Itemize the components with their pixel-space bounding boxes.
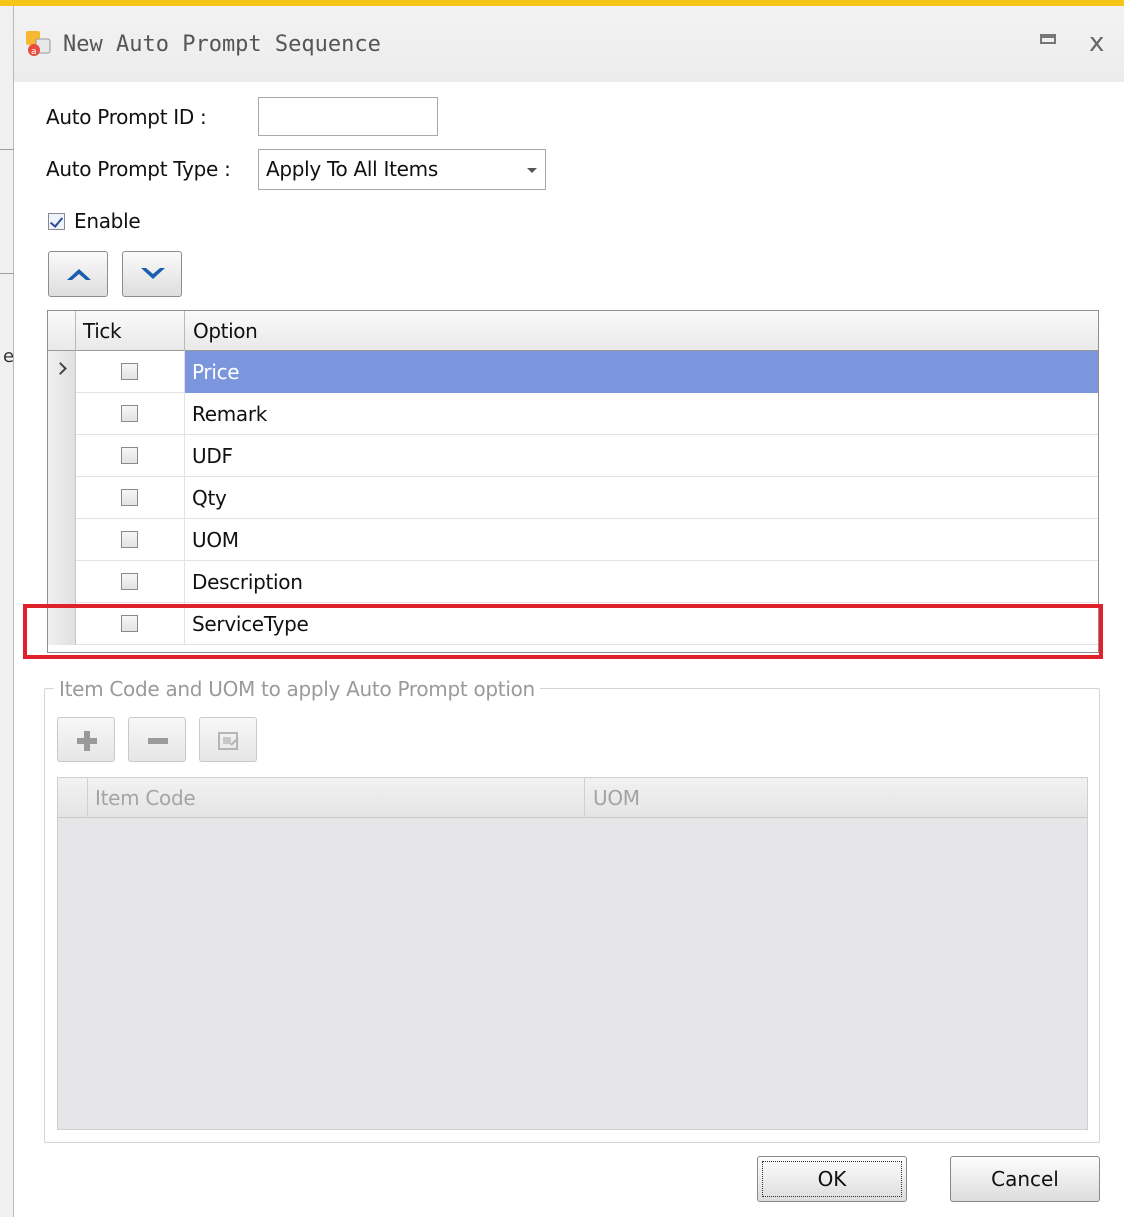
plus-icon — [77, 731, 97, 751]
edit-item-button[interactable] — [199, 717, 257, 762]
minus-icon — [148, 738, 168, 744]
tick-checkbox[interactable] — [121, 363, 138, 380]
auto-prompt-type-label: Auto Prompt Type : — [46, 157, 231, 181]
table-row[interactable]: Price — [48, 351, 1098, 393]
column-header-option[interactable]: Option — [193, 319, 258, 343]
table-row[interactable]: Description — [48, 561, 1098, 603]
options-grid-header: Tick Option — [48, 311, 1098, 351]
column-header-item-code[interactable]: Item Code — [88, 778, 585, 818]
row-indicator[interactable] — [48, 519, 76, 561]
option-cell[interactable]: Description — [185, 561, 1098, 603]
move-down-button[interactable] — [122, 251, 182, 297]
row-indicator[interactable] — [48, 351, 76, 393]
option-cell[interactable]: ServiceType — [185, 603, 1098, 645]
option-text: UOM — [192, 528, 239, 552]
table-row[interactable]: UOM — [48, 519, 1098, 561]
enable-label[interactable]: Enable — [74, 209, 141, 233]
option-cell[interactable]: Qty — [185, 477, 1098, 519]
tick-checkbox[interactable] — [121, 405, 138, 422]
row-indicator[interactable] — [48, 393, 76, 435]
remove-item-button[interactable] — [128, 717, 186, 762]
row-indicator-header — [58, 778, 88, 818]
tick-cell[interactable] — [76, 561, 185, 603]
window-title: New Auto Prompt Sequence — [63, 32, 381, 57]
row-indicator[interactable] — [48, 477, 76, 519]
option-text: Remark — [192, 402, 268, 426]
ok-button[interactable]: OK — [757, 1156, 907, 1202]
column-header-item-code-label: Item Code — [95, 786, 196, 810]
ok-button-label: OK — [817, 1167, 847, 1191]
table-row[interactable]: Qty — [48, 477, 1098, 519]
option-cell[interactable]: Remark — [185, 393, 1098, 435]
tick-cell[interactable] — [76, 603, 185, 645]
current-row-icon — [54, 362, 67, 375]
tick-cell[interactable] — [76, 351, 185, 393]
tick-checkbox[interactable] — [121, 573, 138, 590]
option-text: Qty — [192, 486, 227, 510]
auto-prompt-type-value: Apply To All Items — [266, 157, 438, 181]
item-group-title: Item Code and UOM to apply Auto Prompt o… — [54, 677, 540, 701]
edit-icon — [218, 732, 239, 750]
auto-prompt-id-input[interactable] — [258, 97, 438, 136]
options-grid: Tick Option Price Remark UDF Qty UOM Des… — [47, 310, 1099, 653]
option-cell[interactable]: UOM — [185, 519, 1098, 561]
column-header-uom[interactable]: UOM — [593, 786, 640, 810]
tick-cell[interactable] — [76, 477, 185, 519]
option-text: Description — [192, 570, 303, 594]
dropdown-arrow-icon[interactable] — [527, 168, 537, 173]
svg-text:a: a — [31, 47, 37, 57]
tick-checkbox[interactable] — [121, 489, 138, 506]
cancel-button-label: Cancel — [991, 1167, 1059, 1191]
background-window-edge: e — [0, 6, 14, 1217]
move-up-button[interactable] — [48, 251, 108, 297]
row-indicator[interactable] — [48, 561, 76, 603]
column-header-tick-label: Tick — [83, 319, 122, 343]
app-logo-icon: a — [26, 31, 51, 57]
option-text: UDF — [192, 444, 233, 468]
item-code-grid-header: Item Code UOM — [58, 778, 1087, 818]
background-divider — [0, 149, 14, 150]
table-row[interactable]: ServiceType — [48, 603, 1098, 645]
table-row[interactable]: Remark — [48, 393, 1098, 435]
title-bar[interactable]: a New Auto Prompt Sequence x — [14, 6, 1124, 82]
column-header-tick[interactable]: Tick — [76, 311, 185, 351]
row-indicator[interactable] — [48, 603, 76, 645]
option-text: ServiceType — [192, 612, 309, 636]
option-cell[interactable]: Price — [185, 351, 1098, 393]
chevron-up-icon — [67, 269, 91, 280]
tick-checkbox[interactable] — [121, 531, 138, 548]
tick-cell[interactable] — [76, 393, 185, 435]
auto-prompt-id-label: Auto Prompt ID : — [46, 105, 207, 129]
table-row[interactable]: UDF — [48, 435, 1098, 477]
tick-checkbox[interactable] — [121, 447, 138, 464]
enable-checkbox[interactable] — [48, 213, 65, 230]
tick-cell[interactable] — [76, 435, 185, 477]
close-icon[interactable]: x — [1089, 28, 1104, 58]
minimize-icon[interactable] — [1040, 34, 1056, 44]
auto-prompt-type-dropdown[interactable]: Apply To All Items — [258, 149, 546, 190]
item-code-grid: Item Code UOM — [57, 777, 1088, 1130]
tick-cell[interactable] — [76, 519, 185, 561]
add-item-button[interactable] — [57, 717, 115, 762]
cancel-button[interactable]: Cancel — [950, 1156, 1100, 1202]
chevron-down-icon — [141, 268, 165, 279]
background-divider — [0, 273, 14, 274]
row-indicator[interactable] — [48, 435, 76, 477]
background-text-fragment: e — [3, 346, 15, 367]
dialog-window: a New Auto Prompt Sequence x Auto Prompt… — [14, 6, 1124, 1217]
option-cell[interactable]: UDF — [185, 435, 1098, 477]
row-indicator-header — [48, 311, 76, 351]
option-text: Price — [192, 360, 240, 384]
tick-checkbox[interactable] — [121, 615, 138, 632]
